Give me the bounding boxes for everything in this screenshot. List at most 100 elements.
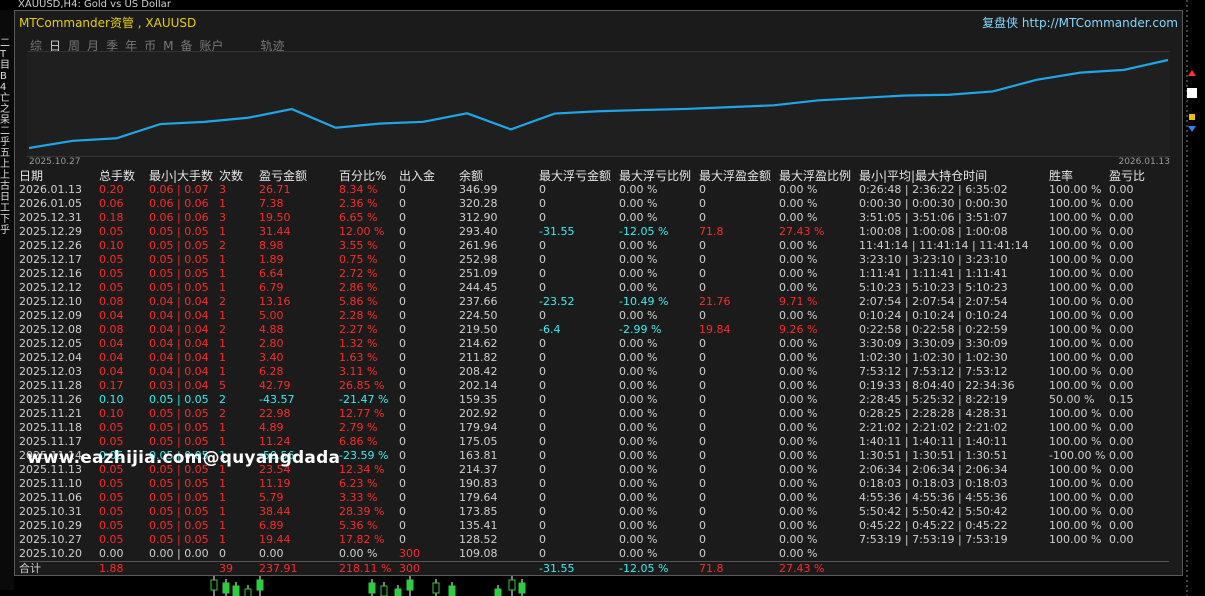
table-cell: 0.00 %: [779, 505, 818, 518]
table-row[interactable]: 2025.11.18 0.05 0.05 | 0.05 1 4.89 2.79 % 0 179…: [19, 421, 1169, 435]
bg-candle: [368, 582, 376, 594]
table-row[interactable]: 2025.12.09 0.04 0.04 | 0.04 1 5.00 2.28 % 0 224…: [19, 309, 1169, 323]
table-row[interactable]: 2025.11.06 0.05 0.05 | 0.05 1 5.79 3.33 % 0 179…: [19, 491, 1169, 505]
table-cell: 0.00 %: [619, 365, 658, 378]
bg-candle: [244, 588, 252, 596]
table-row[interactable]: 2025.12.08 0.08 0.04 | 0.04 2 4.88 2.27 % 0 219…: [19, 323, 1169, 337]
table-cell: 0.00: [1109, 449, 1134, 462]
table-cell: 2025.11.18: [19, 421, 82, 434]
table-cell: -23.59 %: [339, 449, 389, 462]
table-cell: 0.00: [1109, 183, 1134, 196]
table-row[interactable]: 2025.12.12 0.05 0.05 | 0.05 1 6.79 2.86 % 0 244…: [19, 281, 1169, 295]
chart-window-title: XAUUSD,H4: Gold vs US Dollar: [18, 0, 171, 10]
table-cell: 5.36 %: [339, 519, 378, 532]
table-row[interactable]: 2025.10.27 0.05 0.05 | 0.05 1 19.44 17.82 % 0 1…: [19, 533, 1169, 547]
table-row[interactable]: 2025.11.26 0.10 0.05 | 0.05 2 -43.57 -21.47 %…: [19, 393, 1169, 407]
table-row[interactable]: 2025.11.21 0.10 0.05 | 0.05 2 22.98 12.77 % 0 2…: [19, 407, 1169, 421]
table-cell: 0: [399, 421, 406, 434]
table-cell: 0.04: [99, 309, 124, 322]
table-row[interactable]: 2025.12.29 0.05 0.05 | 0.05 1 31.44 12.00 % 0 2…: [19, 225, 1169, 239]
table-cell: 2025.11.28: [19, 379, 82, 392]
table-cell: 0.05 | 0.05: [149, 449, 209, 462]
table-cell: 0.04: [99, 351, 124, 364]
table-cell: 0:10:24 | 0:10:24 | 0:10:24: [859, 309, 1008, 322]
table-row[interactable]: 2025.10.31 0.05 0.05 | 0.05 1 38.44 28.39 % 0 1…: [19, 505, 1169, 519]
table-cell: -50.56: [259, 449, 295, 462]
table-row[interactable]: 2025.12.04 0.04 0.04 | 0.04 1 3.40 1.63 % 0 211…: [19, 351, 1169, 365]
table-cell: 0: [399, 533, 406, 546]
table-cell: 1: [219, 225, 226, 238]
table-cell: 23.54: [259, 463, 291, 476]
table-cell: -43.57: [259, 393, 295, 406]
table-row[interactable]: 2025.11.10 0.05 0.05 | 0.05 1 11.19 6.23 % 0 19…: [19, 477, 1169, 491]
table-cell: 13.16: [259, 295, 291, 308]
table-cell: 0: [539, 309, 546, 322]
table-cell: 28.39 %: [339, 505, 385, 518]
table-cell: 320.28: [459, 197, 498, 210]
left-indicator-labels: 二T目B4亡之呆二乎五上上古日工下乎: [0, 38, 14, 236]
table-cell: 0.00: [1109, 519, 1134, 532]
table-cell: 0.00 %: [619, 239, 658, 252]
table-cell: 0.05: [99, 533, 124, 546]
table-cell: 0.15: [1109, 393, 1134, 406]
table-cell: 0.06 | 0.06: [149, 211, 209, 224]
table-cell: 2025.12.12: [19, 281, 82, 294]
table-cell: 0.00: [1109, 197, 1134, 210]
total-cell: 300: [399, 561, 459, 576]
table-cell: 0.00: [1109, 379, 1134, 392]
table-cell: 0.00 %: [339, 547, 378, 560]
table-cell: 0: [699, 407, 706, 420]
table-cell: 0.05 | 0.05: [149, 281, 209, 294]
left-label: 呆: [0, 115, 10, 126]
table-row[interactable]: 2026.01.05 0.06 0.06 | 0.06 1 7.38 2.36 % 0 320…: [19, 197, 1169, 211]
table-cell: 2025.12.17: [19, 253, 82, 266]
table-row[interactable]: 2025.12.16 0.05 0.05 | 0.05 1 6.64 2.72 % 0 251…: [19, 267, 1169, 281]
total-cell: [1049, 561, 1109, 576]
table-cell: 2:28:45 | 5:25:32 | 8:22:19: [859, 393, 1008, 406]
table-row[interactable]: 2025.12.03 0.04 0.04 | 0.04 1 6.28 3.11 % 0 208…: [19, 365, 1169, 379]
table-cell: 0: [539, 239, 546, 252]
table-cell: 0: [699, 435, 706, 448]
table-cell: 9.71 %: [779, 295, 818, 308]
column-header: 最大浮亏金额: [539, 168, 612, 183]
bg-candle: [256, 579, 264, 591]
table-cell: 0.05: [99, 267, 124, 280]
table-cell: 0.00 %: [779, 309, 818, 322]
table-row[interactable]: 2025.10.20 0.00 0.00 | 0.00 0 0.00 0.00 % 300 1…: [19, 547, 1169, 562]
table-cell: 0: [539, 533, 546, 546]
table-cell: 11.24: [259, 435, 291, 448]
table-row[interactable]: 2025.12.31 0.18 0.06 | 0.06 3 19.50 6.65 % 0 31…: [19, 211, 1169, 225]
table-cell: 2025.11.26: [19, 393, 82, 406]
table-cell: 0.05: [99, 519, 124, 532]
table-row[interactable]: 2026.01.13 0.20 0.06 | 0.07 3 26.71 8.34 % 0 34…: [19, 183, 1169, 197]
table-cell: 0.00: [1109, 491, 1134, 504]
table-cell: 0.05 | 0.05: [149, 491, 209, 504]
left-label: 乎: [0, 225, 10, 236]
table-cell: 0: [399, 491, 406, 504]
table-row[interactable]: 2025.11.13 0.05 0.05 | 0.05 1 23.54 12.34 % 0 2…: [19, 463, 1169, 477]
table-row[interactable]: 2025.12.26 0.10 0.05 | 0.05 2 8.98 3.55 % 0 261…: [19, 239, 1169, 253]
table-cell: 0.00: [1109, 533, 1134, 546]
brand-link[interactable]: http://MTCommander.com: [1022, 16, 1178, 30]
table-cell: 11.19: [259, 477, 291, 490]
table-row[interactable]: 2025.11.14 0.05 0.05 | 0.05 1 -50.56 -23.59 %…: [19, 449, 1169, 463]
left-label: 目: [0, 60, 10, 71]
table-row[interactable]: 2025.11.17 0.05 0.05 | 0.05 1 11.24 6.86 % 0 17…: [19, 435, 1169, 449]
table-cell: 2025.11.14: [19, 449, 82, 462]
table-cell: 0: [399, 323, 406, 336]
total-cell: 71.8: [699, 561, 779, 576]
total-cell: -12.05 %: [619, 561, 699, 576]
table-cell: 0.05 | 0.05: [149, 239, 209, 252]
table-row[interactable]: 2025.12.10 0.08 0.04 | 0.04 2 13.16 5.86 % 0 23…: [19, 295, 1169, 309]
table-row[interactable]: 2025.10.29 0.05 0.05 | 0.05 1 6.89 5.36 % 0 135…: [19, 519, 1169, 533]
table-row[interactable]: 2025.12.05 0.04 0.04 | 0.04 1 2.80 1.32 % 0 214…: [19, 337, 1169, 351]
table-cell: 3:51:05 | 3:51:06 | 3:51:07: [859, 211, 1008, 224]
table-cell: 0: [699, 477, 706, 490]
table-cell: 0: [399, 393, 406, 406]
table-cell: 0.00 %: [619, 183, 658, 196]
table-row[interactable]: 2025.11.28 0.17 0.03 | 0.04 5 42.79 26.85 % 0 2…: [19, 379, 1169, 393]
table-cell: 0.00 %: [779, 393, 818, 406]
left-label: 4: [0, 82, 7, 93]
table-row[interactable]: 2025.12.17 0.05 0.05 | 0.05 1 1.89 0.75 % 0 252…: [19, 253, 1169, 267]
table-cell: 3.33 %: [339, 491, 378, 504]
